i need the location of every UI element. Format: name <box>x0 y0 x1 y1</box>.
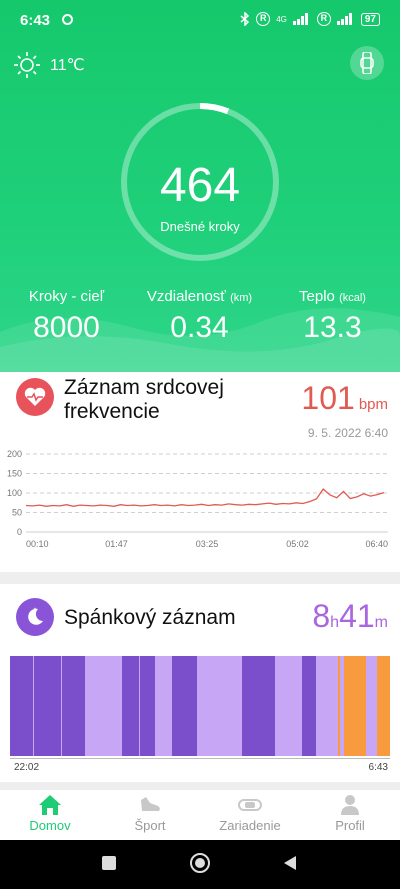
sleep-stages-chart <box>10 656 390 756</box>
device-button[interactable] <box>350 46 384 80</box>
sleep-segment-deep <box>172 656 197 756</box>
back-icon[interactable] <box>281 854 299 872</box>
x-tick-label: 00:10 <box>26 539 49 549</box>
roaming-icon-2: R <box>316 12 331 26</box>
sleep-title: Spánkový záznam <box>64 606 236 629</box>
x-tick-label: 03:25 <box>196 539 219 549</box>
sleep-axis <box>10 758 390 759</box>
tab-profile[interactable]: Profil <box>300 790 400 840</box>
recents-icon[interactable] <box>100 854 118 872</box>
heart-icon <box>24 387 46 406</box>
moon-icon <box>28 607 43 625</box>
sleep-segment-deep <box>61 656 86 756</box>
status-bar: 6:43 R 4G R 97 <box>0 0 400 40</box>
heart-rate-title: Záznam srdcovej frekvencie <box>64 376 224 423</box>
stat-steps-goal[interactable]: Kroky - cieľ 8000 <box>0 288 133 345</box>
stat-distance[interactable]: Vzdialenosť (km) 0.34 <box>133 288 266 345</box>
shoe-icon <box>141 797 160 811</box>
roaming-icon: R <box>256 12 271 26</box>
y-tick-label: 200 <box>7 449 22 459</box>
sleep-segment-light <box>155 656 173 756</box>
weather-temperature: 11℃ <box>50 57 85 74</box>
status-time: 6:43 <box>20 12 51 29</box>
bottom-tab-bar: Domov Šport Zariadenie Profil <box>0 790 400 840</box>
status-notification-icon <box>62 14 73 25</box>
sleep-segment-awake <box>344 656 366 756</box>
stat-unit: (kcal) <box>339 292 366 304</box>
y-tick-label: 0 <box>17 527 22 537</box>
x-tick-label: 06:40 <box>365 539 388 549</box>
stat-label: Vzdialenosť <box>146 288 226 305</box>
sleep-segment-deep <box>140 656 156 756</box>
sleep-segment-light <box>274 656 302 756</box>
tab-label: Domov <box>29 818 71 833</box>
signal-icon-2 <box>336 13 355 25</box>
bluetooth-icon <box>240 12 250 26</box>
sleep-segment-awake <box>377 656 390 756</box>
stat-label: Kroky - cieľ <box>28 288 105 305</box>
tab-device[interactable]: Zariadenie <box>200 790 300 840</box>
heart-rate-icon-badge <box>16 378 54 416</box>
x-tick-label: 05:02 <box>286 539 309 549</box>
x-tick-label: 01:47 <box>105 539 128 549</box>
heart-rate-date: 9. 5. 2022 6:40 <box>307 426 388 440</box>
y-tick-label: 150 <box>7 469 22 479</box>
sleep-segment-deep <box>10 656 33 756</box>
sleep-segment-deep <box>241 656 275 756</box>
sleep-segment-deep <box>121 656 139 756</box>
system-nav-bar <box>0 840 400 889</box>
sleep-segment-deep <box>301 656 316 756</box>
sleep-segment-deep <box>34 656 61 756</box>
sleep-icon-badge <box>16 598 54 636</box>
home-icon <box>39 795 61 815</box>
person-icon <box>341 795 359 815</box>
band-icon <box>360 52 374 74</box>
heart-rate-series-line <box>25 488 385 507</box>
tab-home[interactable]: Domov <box>0 790 100 840</box>
y-tick-label: 100 <box>7 488 22 498</box>
sun-icon <box>14 52 40 78</box>
sleep-duration: 8h41m <box>312 598 388 634</box>
stat-value: 8000 <box>33 311 100 344</box>
sleep-segment-light <box>196 656 242 756</box>
stat-value: 0.34 <box>170 311 229 344</box>
y-tick-label: 50 <box>12 508 22 518</box>
sleep-segment-light <box>365 656 378 756</box>
sleep-start-time: 22:02 <box>14 762 40 773</box>
stat-label: Teplo <box>299 288 335 305</box>
band-icon <box>238 799 262 811</box>
battery-icon: 97 <box>360 12 380 26</box>
steps-count: 464 <box>159 159 241 212</box>
home-nav-icon[interactable] <box>189 852 211 874</box>
tab-label: Zariadenie <box>219 818 281 833</box>
tab-label: Profil <box>335 818 365 833</box>
signal-icon <box>292 13 311 25</box>
stat-value: 13.3 <box>303 311 362 344</box>
stat-unit: (km) <box>230 292 253 304</box>
status-icons: R 4G R 97 <box>240 12 380 26</box>
stat-calories[interactable]: Teplo (kcal) 13.3 <box>266 288 399 345</box>
sleep-segment-light <box>85 656 122 756</box>
steps-label: Dnešné kroky <box>160 219 240 234</box>
weather-widget[interactable]: 11℃ <box>12 50 85 80</box>
sleep-segment-light <box>315 656 339 756</box>
tab-sport[interactable]: Šport <box>100 790 200 840</box>
heart-rate-chart: 200 150 100 50 0 00:10 01:47 03:25 05:02 06:40 <box>7 449 388 549</box>
tab-label: Šport <box>134 818 166 833</box>
network-type-label: 4G <box>276 14 287 24</box>
sleep-end-time: 6:43 <box>368 762 388 773</box>
heart-rate-value: 101 bpm <box>301 380 388 416</box>
